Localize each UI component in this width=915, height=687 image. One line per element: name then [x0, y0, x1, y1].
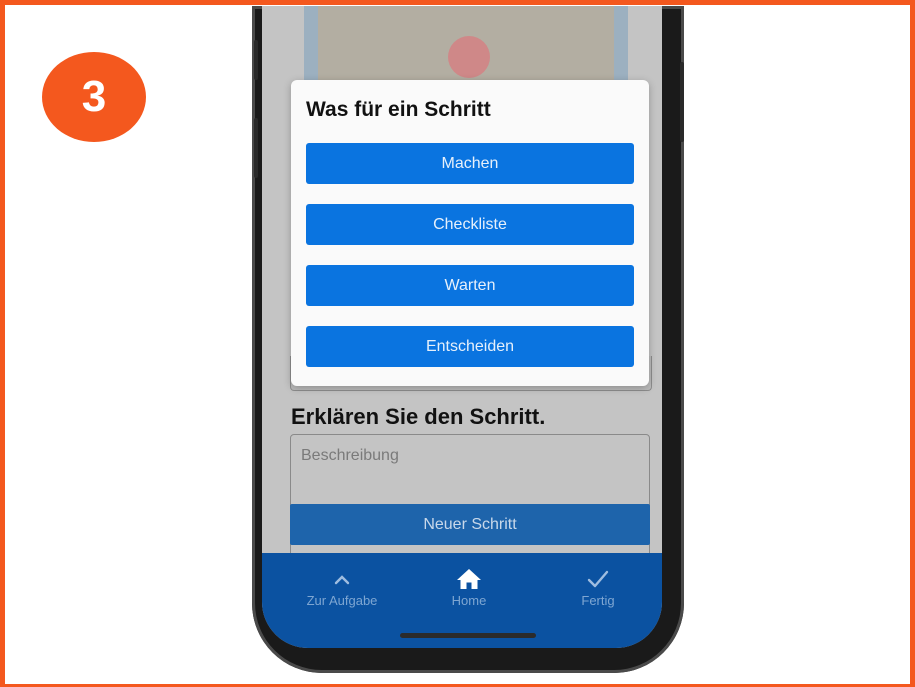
home-icon: [456, 567, 482, 591]
phone-side-button: [254, 40, 258, 80]
step-number-badge: 3: [42, 52, 146, 142]
section-title: Erklären Sie den Schritt.: [291, 404, 546, 429]
phone-side-button: [254, 118, 258, 178]
checkmark-icon: [586, 567, 610, 591]
phone-screen: Erklären Sie den Schritt. Beschreibung N…: [262, 6, 662, 648]
option-entscheiden-button[interactable]: Entscheiden: [306, 326, 634, 367]
new-step-button[interactable]: Neuer Schritt: [290, 504, 650, 545]
step-type-dialog: Was für ein Schritt Machen Checkliste Wa…: [291, 80, 649, 386]
chevron-up-icon: [333, 567, 351, 591]
description-placeholder: Beschreibung: [301, 447, 399, 464]
step-number: 3: [81, 72, 107, 121]
nav-label: Zur Aufgabe: [306, 593, 378, 608]
phone-side-button: [680, 62, 684, 142]
dialog-title: Was für ein Schritt: [306, 98, 491, 121]
bottom-navigation: Zur Aufgabe Home Fertig: [262, 553, 662, 648]
nav-label: Fertig: [581, 593, 615, 608]
nav-label: Home: [451, 593, 487, 608]
nav-item-fertig[interactable]: Fertig: [553, 567, 643, 608]
nav-item-zur-aufgabe[interactable]: Zur Aufgabe: [297, 567, 387, 608]
nav-item-home[interactable]: Home: [424, 567, 514, 608]
option-checkliste-button[interactable]: Checkliste: [306, 204, 634, 245]
option-warten-button[interactable]: Warten: [306, 265, 634, 306]
home-indicator[interactable]: [400, 633, 536, 638]
option-machen-button[interactable]: Machen: [306, 143, 634, 184]
marker-dot: [448, 36, 490, 78]
